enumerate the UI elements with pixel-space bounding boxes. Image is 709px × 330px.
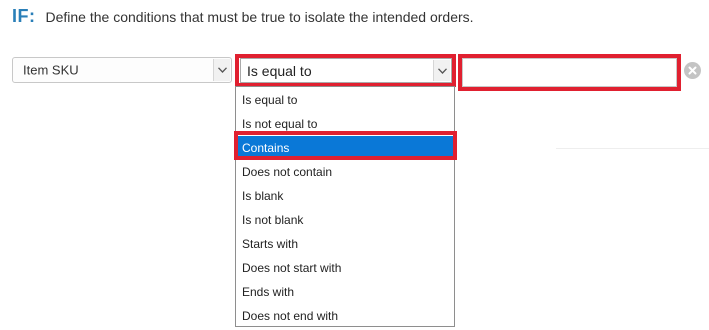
remove-condition-button[interactable] — [684, 62, 701, 79]
dropdown-option[interactable]: Ends with — [236, 280, 454, 304]
chevron-down-icon[interactable] — [433, 60, 450, 81]
divider — [556, 148, 709, 149]
operator-select[interactable]: Is equal to — [240, 58, 452, 83]
chevron-down-icon[interactable] — [213, 59, 230, 81]
dropdown-option[interactable]: Does not end with — [236, 304, 454, 328]
field-select[interactable]: Item SKU — [12, 57, 232, 83]
dropdown-option[interactable]: Is blank — [236, 184, 454, 208]
header-description: Define the conditions that must be true … — [45, 9, 474, 25]
condition-editor: IF: Define the conditions that must be t… — [0, 0, 709, 330]
dropdown-option[interactable]: Does not start with — [236, 256, 454, 280]
close-circle-icon — [688, 66, 697, 75]
dropdown-option[interactable]: Contains — [236, 136, 454, 160]
dropdown-option[interactable]: Is not blank — [236, 208, 454, 232]
dropdown-option[interactable]: Is equal to — [236, 88, 454, 112]
operator-select-value: Is equal to — [247, 62, 312, 79]
dropdown-option[interactable]: Starts with — [236, 232, 454, 256]
dropdown-option[interactable]: Does not contain — [236, 160, 454, 184]
field-select-value: Item SKU — [23, 62, 79, 78]
condition-header: IF: Define the conditions that must be t… — [12, 6, 474, 32]
value-input[interactable] — [462, 58, 677, 87]
operator-dropdown-list: Is equal to Is not equal to Contains Does n… — [235, 86, 455, 327]
if-label: IF: — [12, 6, 36, 26]
dropdown-option[interactable]: Is not equal to — [236, 112, 454, 136]
